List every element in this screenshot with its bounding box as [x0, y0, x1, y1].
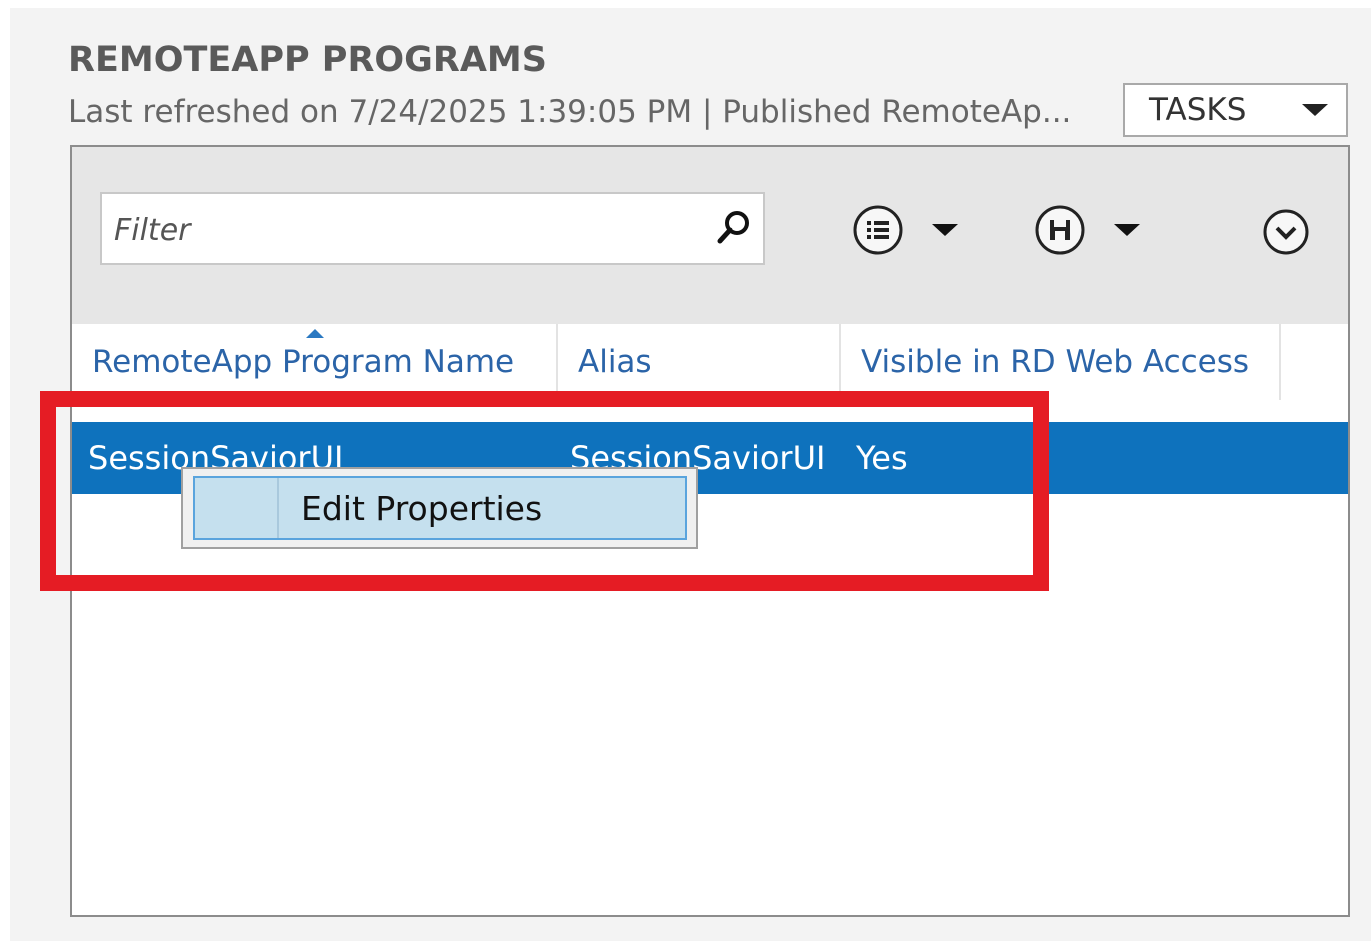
tasks-label: TASKS: [1149, 92, 1247, 128]
column-header-label: Alias: [578, 344, 652, 380]
column-header-label: RemoteApp Program Name: [92, 344, 515, 380]
chevron-down-icon: [1302, 104, 1328, 116]
sort-ascending-icon: [306, 329, 324, 338]
filter-box[interactable]: [100, 192, 765, 265]
column-header-program-name[interactable]: RemoteApp Program Name: [72, 324, 558, 400]
column-header-alias[interactable]: Alias: [558, 324, 841, 400]
filter-input[interactable]: [112, 202, 706, 258]
last-refreshed-status: Last refreshed on 7/24/2025 1:39:05 PM |…: [68, 94, 1072, 130]
list-view-icon[interactable]: [852, 204, 904, 256]
column-header-label: Visible in RD Web Access: [861, 344, 1250, 380]
table-header: RemoteApp Program Name Alias Visible in …: [72, 324, 1348, 400]
column-header-visible-in-rd-web-access[interactable]: Visible in RD Web Access: [841, 324, 1281, 400]
save-icon[interactable]: [1034, 204, 1086, 256]
save-dropdown-icon[interactable]: [1114, 224, 1140, 236]
search-icon[interactable]: [714, 208, 754, 248]
view-options-dropdown-icon[interactable]: [932, 224, 958, 236]
section-title: REMOTEAPP PROGRAMS: [68, 40, 547, 80]
annotation-highlight-box: [40, 391, 1049, 591]
tasks-button[interactable]: TASKS: [1123, 83, 1348, 137]
chevron-down-circle-icon[interactable]: [1260, 206, 1312, 258]
